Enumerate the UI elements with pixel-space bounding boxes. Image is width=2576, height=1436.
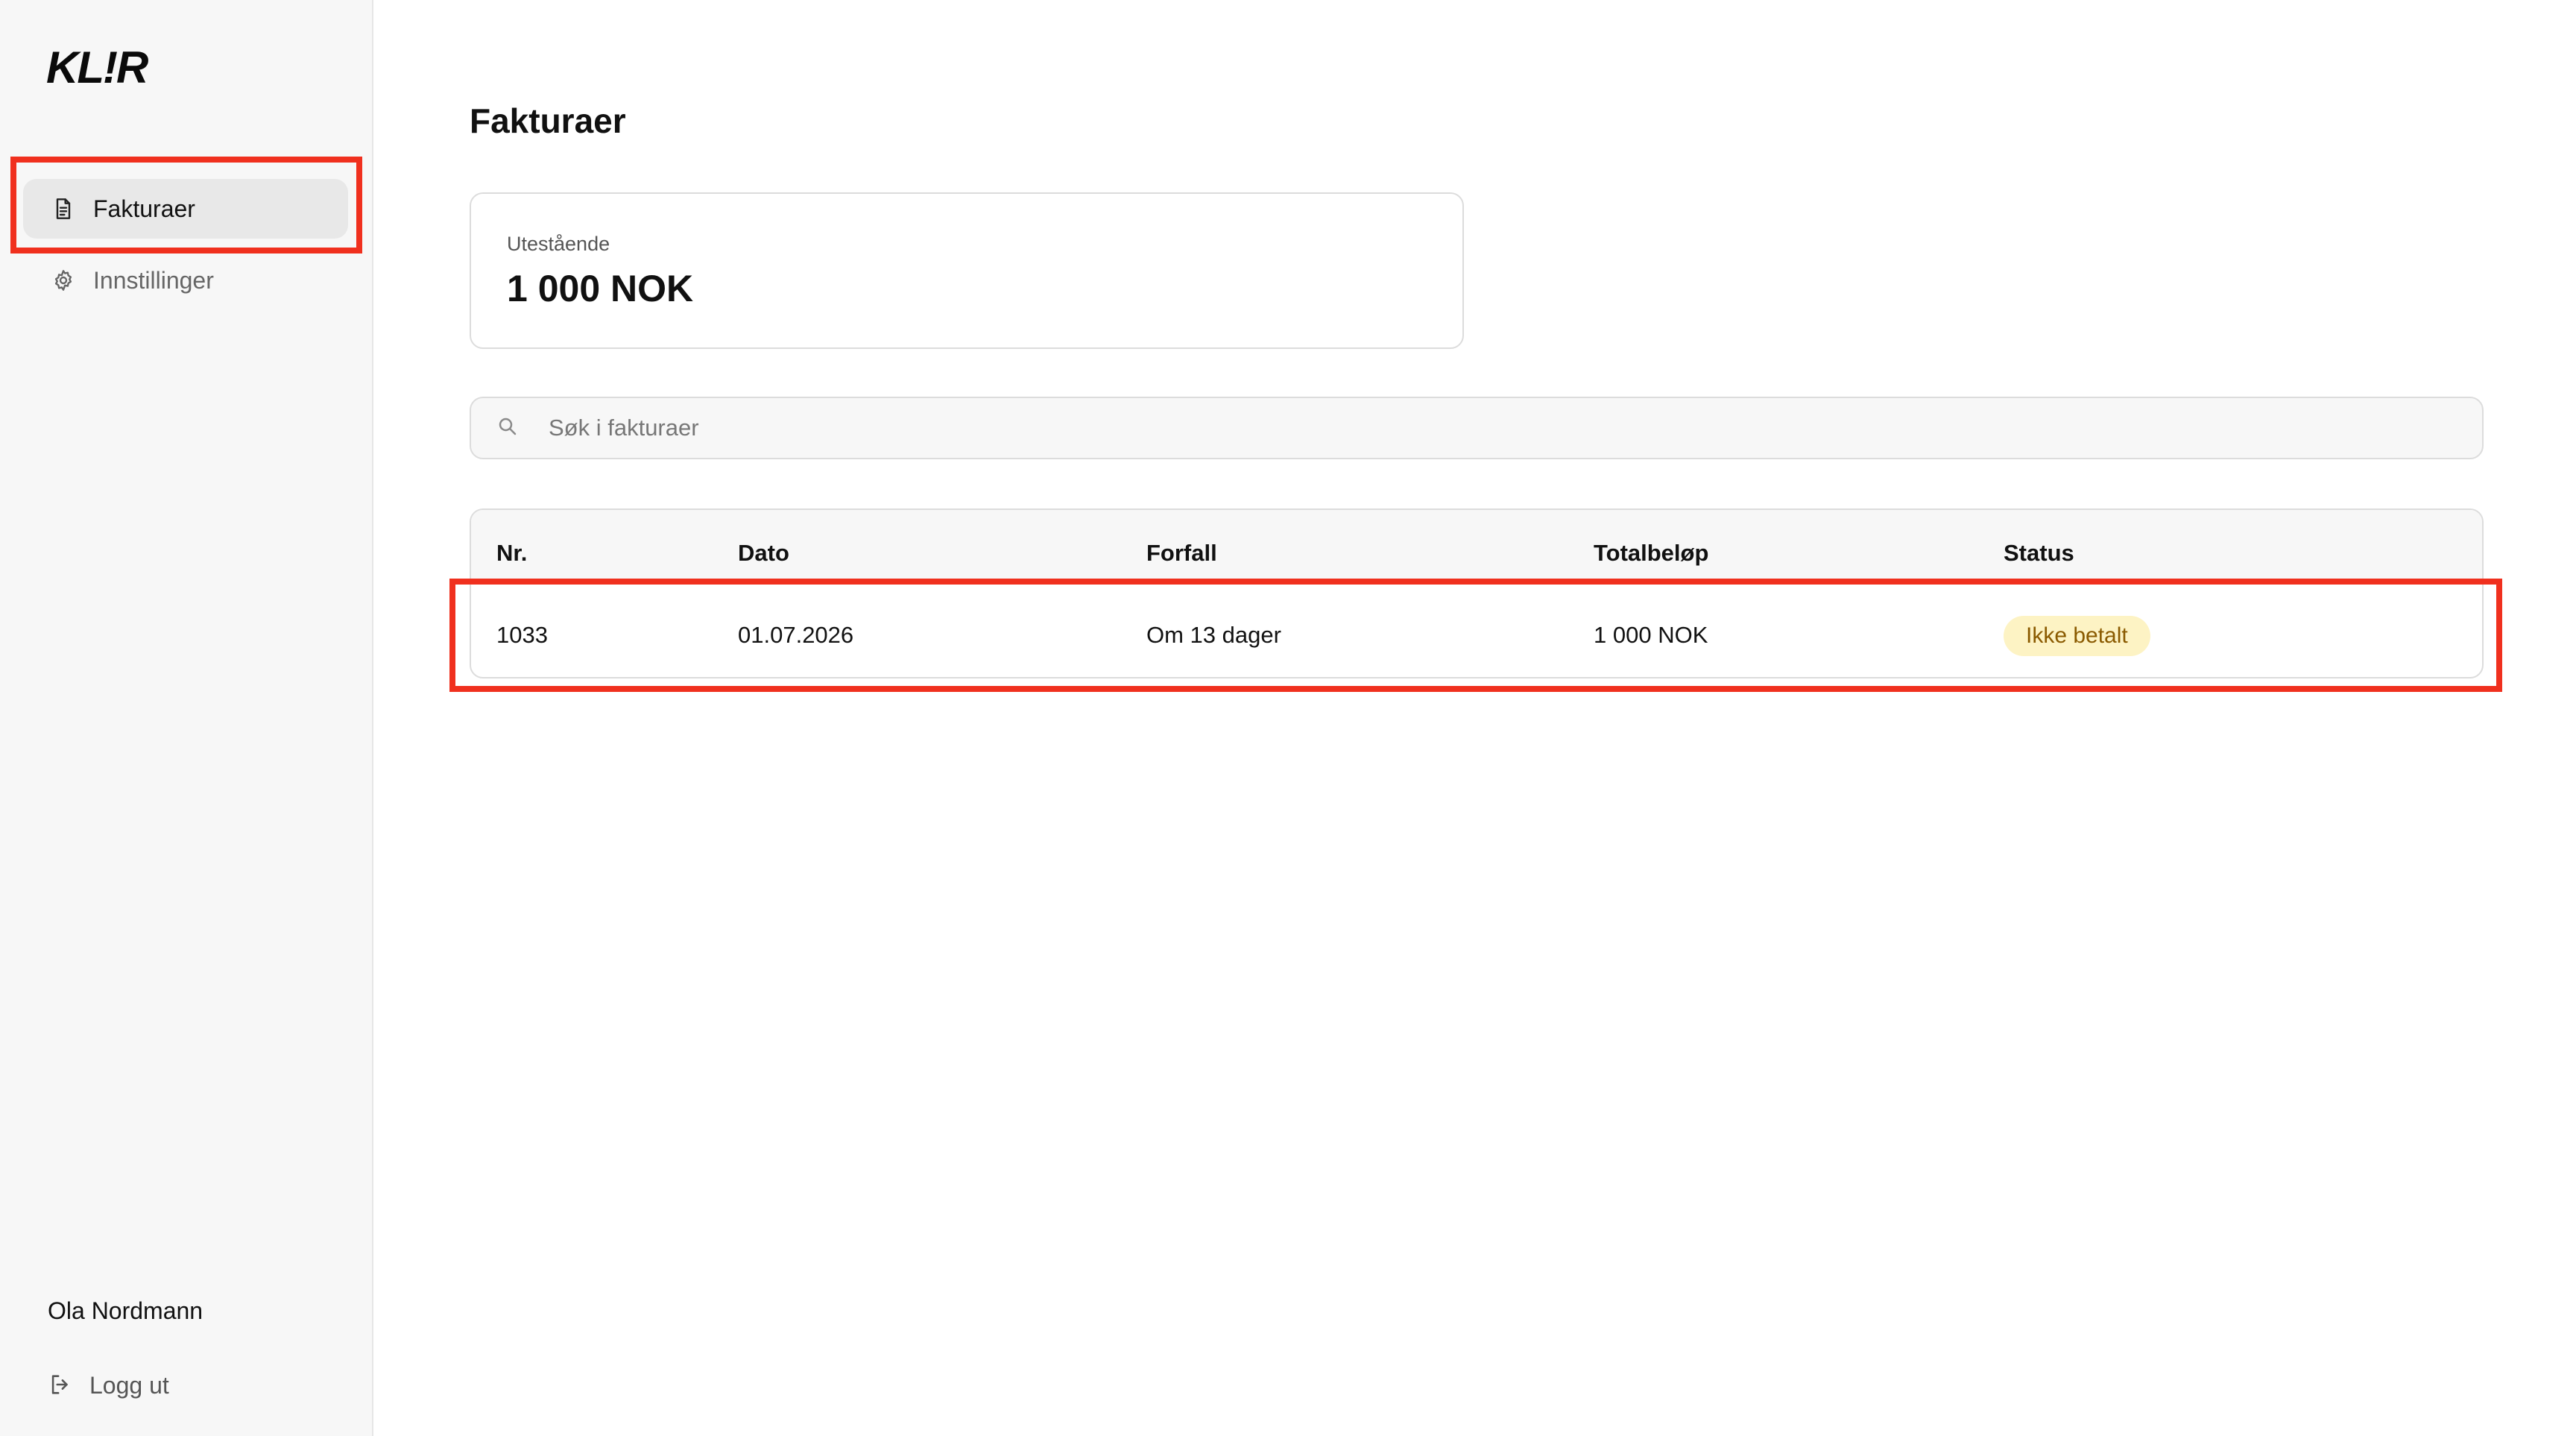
summary-label: Utestående [507, 233, 610, 255]
status-badge: Ikke betalt [2004, 616, 2150, 656]
cell-totalbelop: 1 000 NOK [1594, 622, 1708, 648]
column-header-nr[interactable]: Nr. [496, 540, 527, 567]
logo: KL!R [46, 42, 148, 92]
document-icon [50, 195, 77, 222]
app-root: KL!R Fakturaer Innstillinger Ola Nordman… [0, 0, 2576, 1436]
search-bar[interactable] [470, 397, 2484, 459]
column-header-forfall[interactable]: Forfall [1146, 540, 1217, 567]
sidebar-item-fakturaer[interactable]: Fakturaer [23, 179, 348, 239]
sidebar-item-innstillinger[interactable]: Innstillinger [23, 251, 348, 310]
summary-value: 1 000 NOK [507, 268, 694, 309]
invoice-table: Nr. Dato Forfall Totalbeløp Status 1033 … [470, 508, 2484, 678]
column-header-dato[interactable]: Dato [738, 540, 789, 567]
search-input[interactable] [549, 415, 2412, 441]
logout-button[interactable]: Logg ut [48, 1367, 169, 1404]
column-header-status[interactable]: Status [2004, 540, 2074, 567]
logout-label: Logg ut [89, 1371, 169, 1399]
user-name: Ola Nordmann [48, 1297, 203, 1324]
outstanding-summary-card: Utestående 1 000 NOK [470, 192, 1464, 349]
search-icon [496, 415, 522, 441]
column-header-totalbelop[interactable]: Totalbeløp [1594, 540, 1708, 567]
page-title: Fakturaer [470, 101, 626, 140]
cell-forfall: Om 13 dager [1146, 622, 1281, 648]
sidebar: KL!R Fakturaer Innstillinger Ola Nordman… [0, 0, 373, 1436]
sidebar-item-label: Fakturaer [93, 195, 195, 222]
sidebar-item-label: Innstillinger [93, 266, 214, 294]
cell-dato: 01.07.2026 [738, 622, 854, 648]
logout-icon [48, 1372, 75, 1399]
cell-nr: 1033 [496, 622, 548, 648]
gear-icon [50, 267, 77, 294]
